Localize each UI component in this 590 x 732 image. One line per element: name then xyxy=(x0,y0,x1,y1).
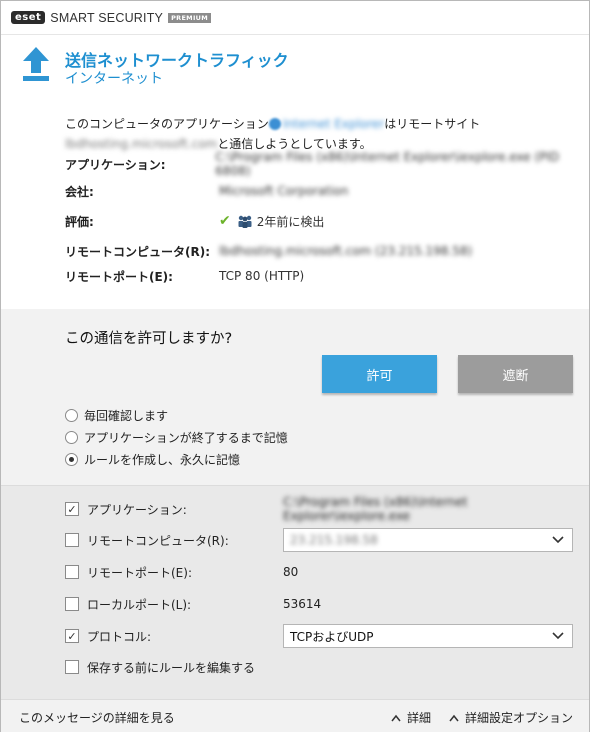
internet-explorer-icon xyxy=(268,118,281,130)
chevron-up-icon xyxy=(449,714,459,721)
description-text-1: このコンピュータのアプリケーション xyxy=(65,117,269,131)
info-value: lbdhosting.microsoft.com (23.215.198.58) xyxy=(219,244,473,258)
info-value: TCP 80 (HTTP) xyxy=(219,269,305,283)
chevron-up-icon xyxy=(391,714,401,721)
option-label: プロトコル: xyxy=(87,629,152,644)
dialog-footer: このメッセージの詳細を見る 詳細 詳細設定オプション xyxy=(1,699,589,732)
option-label: リモートポート(E): xyxy=(87,565,192,580)
dialog-subtitle: インターネット xyxy=(65,71,163,87)
radio-remember-until-exit[interactable]: アプリケーションが終了するまで記憶 xyxy=(65,429,288,446)
description-text-2: はリモートサイト xyxy=(384,117,481,131)
remote-computer-select[interactable]: 23.215.198.58 xyxy=(283,528,573,552)
option-application[interactable]: ✓ アプリケーション: xyxy=(65,498,187,520)
select-value: 23.215.198.58 xyxy=(290,533,378,547)
question-text: この通信を許可しますか? xyxy=(65,331,233,347)
checkbox[interactable] xyxy=(65,565,79,579)
remote-port-value: 80 xyxy=(283,565,299,579)
radio-label: 毎回確認します xyxy=(84,409,169,423)
checkbox[interactable] xyxy=(65,597,79,611)
advanced-options-label: 詳細設定オプション xyxy=(465,711,574,725)
radio-label: ルールを作成し、永久に記憶 xyxy=(84,453,241,467)
eset-logo: eset xyxy=(11,11,46,24)
radio-ask-every-time[interactable]: 毎回確認します xyxy=(65,407,168,424)
allow-button[interactable]: 許可 xyxy=(322,355,437,393)
decision-panel: この通信を許可しますか? 許可 遮断 毎回確認します アプリケーションが終了する… xyxy=(1,309,589,485)
option-label: リモートコンピュータ(R): xyxy=(87,533,229,548)
users-icon xyxy=(238,215,252,228)
description-text-3: と通信しようとしています。 xyxy=(217,137,372,151)
option-remote-port[interactable]: リモートポート(E): xyxy=(65,561,192,583)
application-link[interactable]: Internet Explorer xyxy=(283,117,384,131)
edition-badge: PREMIUM xyxy=(168,12,212,23)
checkbox-checked[interactable]: ✓ xyxy=(65,502,79,516)
rating-text: 2年前に検出 xyxy=(256,214,325,229)
info-label: 会社: xyxy=(65,184,94,199)
radio-button-selected[interactable] xyxy=(65,453,78,466)
titlebar: eset SMART SECURITY PREMIUM xyxy=(1,1,589,35)
select-value: TCPおよびUDP xyxy=(290,629,374,644)
option-label: ローカルポート(L): xyxy=(87,597,192,612)
info-label: リモートコンピュータ(R): xyxy=(65,244,211,259)
checkmark-icon: ✔ xyxy=(219,213,231,229)
info-label: リモートポート(E): xyxy=(65,269,173,284)
radio-label: アプリケーションが終了するまで記憶 xyxy=(84,431,288,445)
info-row-remote-port: リモートポート(E): TCP 80 (HTTP) xyxy=(65,267,304,285)
option-local-port[interactable]: ローカルポート(L): xyxy=(65,593,191,615)
connection-description: このコンピュータのアプリケーション Internet Explorerはリモートサ… xyxy=(65,114,525,154)
local-port-value: 53614 xyxy=(283,597,322,611)
eset-dialog-window: eset SMART SECURITY PREMIUM 送信ネットワークトラフィ… xyxy=(0,0,590,732)
info-row-application: アプリケーション: C:\Program Files (x86)\Interne… xyxy=(65,150,589,178)
dialog-header: 送信ネットワークトラフィック インターネット xyxy=(1,35,589,95)
details-toggle-button[interactable]: 詳細 xyxy=(391,709,431,726)
deny-button[interactable]: 遮断 xyxy=(458,355,573,393)
info-row-remote-computer: リモートコンピュータ(R): lbdhosting.microsoft.com … xyxy=(65,242,472,260)
option-edit-rule[interactable]: 保存する前にルールを編集する xyxy=(65,656,255,678)
protocol-select[interactable]: TCPおよびUDP xyxy=(283,624,573,648)
info-row-rating: 評価: ✔ 2年前に検出 xyxy=(65,212,324,230)
option-remote-computer[interactable]: リモートコンピュータ(R): xyxy=(65,529,229,551)
learn-more-link[interactable]: このメッセージの詳細を見る xyxy=(19,709,175,726)
company-link[interactable]: Microsoft Corporation xyxy=(219,184,348,198)
radio-button[interactable] xyxy=(65,431,78,444)
checkbox[interactable] xyxy=(65,533,79,547)
info-row-company: 会社: Microsoft Corporation xyxy=(65,182,348,200)
rating-value: ✔ 2年前に検出 xyxy=(219,213,324,230)
advanced-options-button[interactable]: 詳細設定オプション xyxy=(449,709,573,726)
upload-arrow-icon xyxy=(23,47,49,81)
checkbox-checked[interactable]: ✓ xyxy=(65,629,79,643)
remote-site-name: lbdhosting.microsoft.com xyxy=(65,137,218,151)
application-path: C:\Program Files (x86)\Internet Explorer… xyxy=(283,495,468,523)
radio-create-rule[interactable]: ルールを作成し、永久に記憶 xyxy=(65,451,240,468)
chevron-down-icon xyxy=(552,536,564,544)
checkbox[interactable] xyxy=(65,660,79,674)
info-label: アプリケーション: xyxy=(65,157,166,172)
option-label: 保存する前にルールを編集する xyxy=(87,660,256,675)
info-label: 評価: xyxy=(65,214,94,229)
rule-options-panel: ✓ アプリケーション: C:\Program Files (x86)\Inter… xyxy=(1,485,589,699)
option-label: アプリケーション: xyxy=(87,502,187,517)
chevron-down-icon xyxy=(552,632,564,640)
option-protocol[interactable]: ✓ プロトコル: xyxy=(65,625,151,647)
details-button-label: 詳細 xyxy=(407,711,432,725)
product-name: SMART SECURITY xyxy=(50,10,164,25)
radio-button[interactable] xyxy=(65,409,78,422)
info-value: C:\Program Files (x86)\Internet Explorer… xyxy=(215,150,560,178)
